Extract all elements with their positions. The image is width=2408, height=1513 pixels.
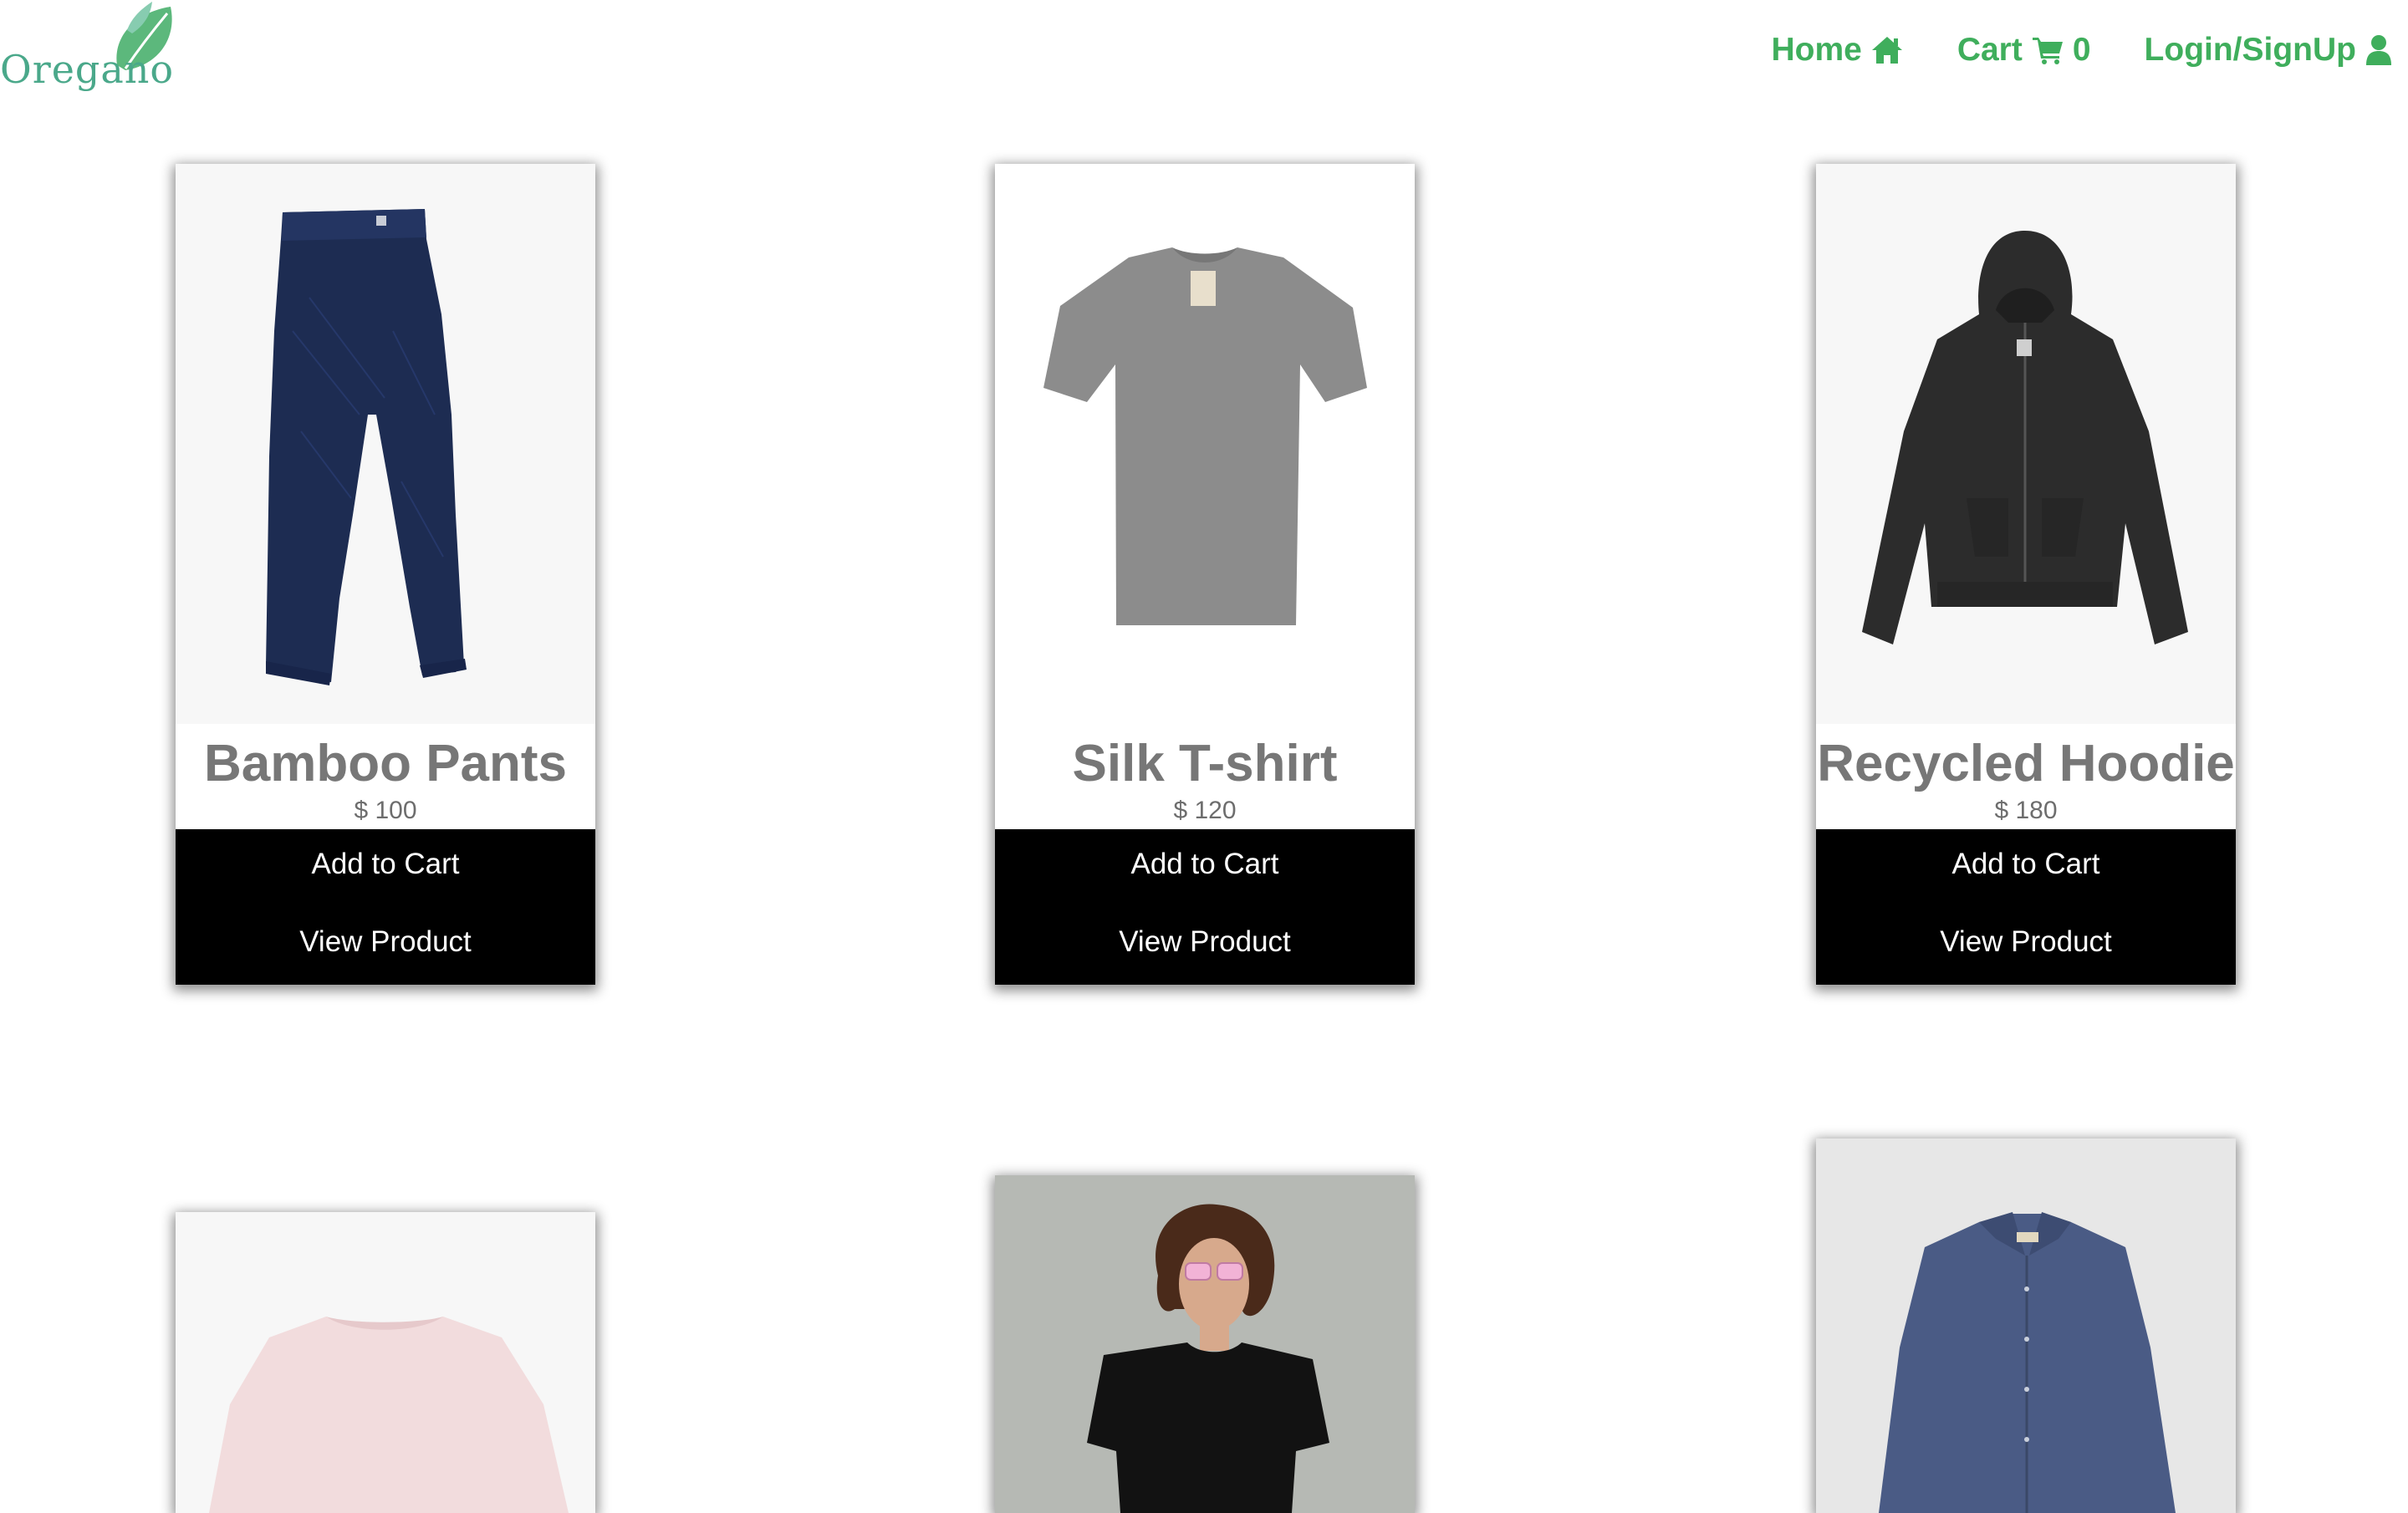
nav-home-label: Home bbox=[1771, 32, 1862, 68]
nav-home[interactable]: Home bbox=[1771, 32, 1903, 69]
cart-count: 0 bbox=[2072, 32, 2091, 68]
navy-button-shirt-image[interactable] bbox=[1816, 1139, 2236, 1513]
black-quilted-hoodie-image bbox=[1862, 231, 2188, 644]
product-actions: Add to Cart View Product bbox=[995, 829, 1415, 985]
brand-name: Oregano bbox=[0, 47, 175, 92]
model-black-tshirt-image[interactable] bbox=[995, 1175, 1415, 1513]
product-price: $ 120 bbox=[1173, 797, 1237, 824]
product-card bbox=[995, 1175, 1415, 1513]
view-product-button[interactable]: View Product bbox=[176, 925, 595, 959]
nav-cart[interactable]: Cart 0 bbox=[1957, 32, 2091, 69]
main-nav: Home Cart 0 Login/SignUp bbox=[1717, 32, 2393, 69]
user-icon bbox=[2366, 35, 2391, 65]
product-name: Recycled Hoodie bbox=[1817, 735, 2235, 792]
product-image[interactable] bbox=[176, 164, 595, 724]
nav-login[interactable]: Login/SignUp bbox=[2145, 32, 2393, 69]
nav-login-label: Login/SignUp bbox=[2144, 32, 2356, 68]
product-price: $ 180 bbox=[1994, 797, 2058, 824]
brand-logo[interactable]: Oregano bbox=[0, 0, 176, 104]
product-actions: Add to Cart View Product bbox=[1816, 829, 2236, 985]
cart-icon bbox=[2032, 38, 2063, 64]
product-actions: Add to Cart View Product bbox=[176, 829, 595, 985]
product-card: Silk T-shirt $ 120 Add to Cart View Prod… bbox=[995, 164, 1415, 985]
product-card bbox=[176, 1212, 595, 1513]
site-header: Oregano Home Cart 0 Login/SignUp bbox=[0, 0, 2408, 125]
navy-quilted-pants-image bbox=[266, 209, 467, 685]
product-card bbox=[1816, 1139, 2236, 1513]
product-image[interactable] bbox=[1816, 164, 2236, 724]
home-icon bbox=[1871, 37, 1902, 64]
grey-tshirt-image bbox=[1043, 247, 1367, 625]
add-to-cart-button[interactable]: Add to Cart bbox=[176, 848, 595, 881]
add-to-cart-button[interactable]: Add to Cart bbox=[1816, 848, 2236, 881]
nav-cart-label: Cart bbox=[1956, 32, 2023, 68]
product-card: Bamboo Pants $ 100 Add to Cart View Prod… bbox=[176, 164, 595, 985]
add-to-cart-button[interactable]: Add to Cart bbox=[995, 848, 1415, 881]
view-product-button[interactable]: View Product bbox=[995, 925, 1415, 959]
product-name: Silk T-shirt bbox=[1072, 735, 1338, 792]
view-product-button[interactable]: View Product bbox=[1816, 925, 2236, 959]
product-image[interactable] bbox=[995, 164, 1415, 724]
product-price: $ 100 bbox=[354, 797, 417, 824]
pink-sweatshirt-image[interactable] bbox=[176, 1212, 595, 1513]
product-card: Recycled Hoodie $ 180 Add to Cart View P… bbox=[1816, 164, 2236, 985]
product-name: Bamboo Pants bbox=[203, 735, 568, 792]
